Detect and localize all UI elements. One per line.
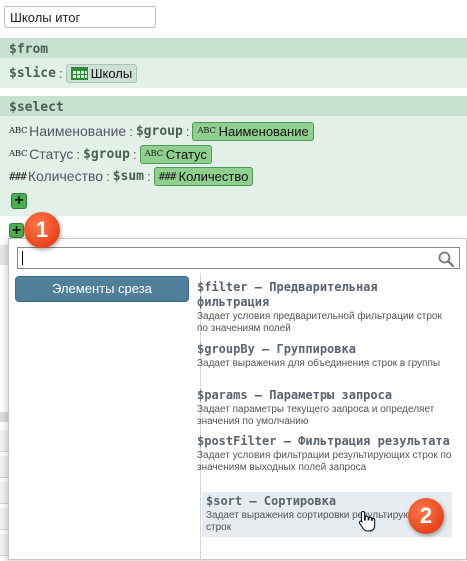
select-section-body: ABC Наименование : $group : ABC Наименов…: [0, 116, 467, 216]
step-badge-1: 1: [24, 212, 60, 248]
colon: :: [76, 146, 81, 162]
plus-icon: +: [11, 222, 22, 239]
category-list: Элементы среза: [9, 273, 201, 561]
chip-label: Статус: [165, 146, 207, 162]
item-description: Задает выражения для объединения строк в…: [197, 358, 441, 369]
search-input[interactable]: [17, 247, 460, 269]
step-badge-2: 2: [408, 498, 444, 534]
colon: :: [133, 146, 137, 162]
slice-chip[interactable]: Школы: [65, 63, 138, 83]
from-section-body: $slice : Школы: [0, 58, 467, 88]
select-keyword: $select: [9, 100, 64, 115]
aggregate-keyword[interactable]: $group: [136, 124, 183, 139]
query-name-input[interactable]: [4, 6, 156, 28]
search-icon[interactable]: [437, 250, 455, 268]
field-chip[interactable]: ABC Статус: [139, 144, 212, 164]
background-section: [0, 245, 8, 265]
item-title: $params – Параметры запроса: [197, 388, 393, 402]
colon: :: [58, 65, 63, 81]
text-type-icon: ABC: [9, 149, 28, 159]
add-clause-button[interactable]: +: [9, 222, 24, 239]
aggregate-keyword[interactable]: $group: [83, 147, 130, 162]
field-chip[interactable]: ABC Наименование: [192, 121, 314, 141]
colon: :: [106, 168, 110, 184]
list-item-postfilter[interactable]: $postFilter – Фильтрация результата Зада…: [197, 434, 452, 474]
aggregate-keyword[interactable]: $sum: [113, 169, 144, 184]
colon: :: [185, 123, 190, 139]
select-field-row: ABC Наименование : $group : ABC Наименов…: [9, 121, 314, 141]
item-title: $groupBy – Группировка: [197, 342, 356, 356]
chip-label: Наименование: [218, 123, 309, 139]
text-type-icon: ABC: [144, 149, 163, 159]
slice-keyword: $slice: [9, 65, 56, 81]
text-type-icon: ABC: [197, 126, 216, 136]
item-description: Задает условия фильтрации результирующих…: [197, 450, 452, 473]
item-title: $filter – Предварительная фильтрация: [197, 280, 378, 309]
slice-value: Школы: [90, 65, 133, 81]
select-section-header: $select: [0, 96, 467, 116]
item-description: Задает параметры текущего запроса и опре…: [197, 404, 435, 427]
text-type-icon: ABC: [9, 126, 28, 136]
plus-icon: +: [14, 192, 24, 209]
list-item-params[interactable]: $params – Параметры запроса Задает парам…: [197, 388, 452, 428]
list-item-filter[interactable]: $filter – Предварительная фильтрация Зад…: [197, 280, 452, 335]
field-name[interactable]: Статус: [29, 146, 73, 162]
chip-label: Количество: [178, 168, 249, 184]
field-name[interactable]: Количество: [28, 168, 103, 184]
colon: :: [147, 168, 151, 184]
field-name[interactable]: Наименование: [29, 123, 126, 139]
select-field-row: ABC Статус : $group : ABC Статус: [9, 144, 212, 164]
item-description: Задает условия предварительной фильтраци…: [197, 311, 442, 334]
from-keyword: $from: [9, 42, 49, 57]
number-type-icon: ###: [158, 169, 177, 183]
background-table-header: [0, 412, 8, 422]
add-field-button[interactable]: +: [11, 193, 27, 209]
field-chip[interactable]: ### Количество: [153, 166, 254, 186]
item-title: $postFilter – Фильтрация результата: [197, 434, 450, 448]
table-icon: [70, 66, 88, 80]
list-item-groupby[interactable]: $groupBy – Группировка Задает выражения …: [197, 342, 452, 370]
slice-row: $slice : Школы: [9, 63, 138, 83]
category-slice-elements[interactable]: Элементы среза: [15, 276, 189, 302]
hand-cursor-icon: [358, 510, 376, 532]
select-field-row: ### Количество : $sum : ### Количество: [9, 166, 254, 186]
number-type-icon: ###: [9, 169, 27, 183]
colon: :: [129, 123, 133, 139]
from-section-header: $from: [0, 38, 467, 58]
text-caret: [22, 251, 23, 265]
